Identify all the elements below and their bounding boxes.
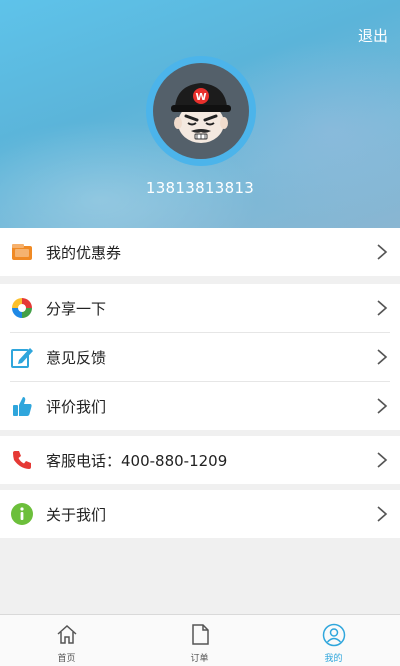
menu-item-coupons[interactable]: 我的优惠券 [0,228,400,276]
chevron-right-icon [377,300,388,316]
menu-item-label: 我的优惠券 [46,244,122,262]
menu-item-label: 客服电话：400-880-1209 [46,452,228,470]
menu-item-feedback[interactable]: 意见反馈 [0,333,400,381]
chevron-right-icon [377,349,388,365]
chevron-right-icon [377,452,388,468]
menu-item-service-phone[interactable]: 客服电话：400-880-1209 [0,436,400,484]
phone-icon [13,451,31,469]
info-icon [11,503,33,525]
chevron-right-icon [377,506,388,522]
menu-item-label: 评价我们 [46,398,107,416]
avatar-cartoon-icon: W [171,83,231,143]
coupons-group: 我的优惠券 [0,228,400,276]
avatar[interactable]: W [153,63,249,159]
social-group: 分享一下 意见反馈 评价我们 [0,284,400,430]
menu-item-about[interactable]: 关于我们 [0,490,400,538]
menu-item-rate[interactable]: 评价我们 [0,382,400,430]
cap-logo-letter: W [195,92,206,103]
tab-label: 我的 [324,654,343,664]
menu-item-share[interactable]: 分享一下 [0,284,400,332]
document-icon [191,624,209,645]
tab-label: 首页 [57,654,76,664]
menu-item-label: 关于我们 [46,506,107,524]
thumbs-up-icon [13,397,32,416]
logout-button[interactable]: 退出 [358,25,388,46]
tab-mine[interactable]: 我的 [267,615,400,666]
menu-item-label: 分享一下 [46,300,107,318]
chevron-right-icon [377,244,388,260]
share-icon [12,298,32,318]
home-icon [57,624,76,644]
user-phone-number: 13813813813 [145,179,255,197]
tab-label: 订单 [190,654,209,664]
profile-header: 退出 W 13813813813 [0,0,400,228]
edit-icon [11,348,33,368]
bottom-tab-bar: 首页 订单 我的 [0,614,400,666]
service-group: 客服电话：400-880-1209 [0,436,400,484]
tab-home[interactable]: 首页 [0,615,133,666]
coupon-icon [12,244,32,260]
user-icon [322,623,345,647]
menu-item-label: 意见反馈 [46,349,107,367]
chevron-right-icon [377,398,388,414]
tab-orders[interactable]: 订单 [133,615,266,666]
about-group: 关于我们 [0,490,400,538]
